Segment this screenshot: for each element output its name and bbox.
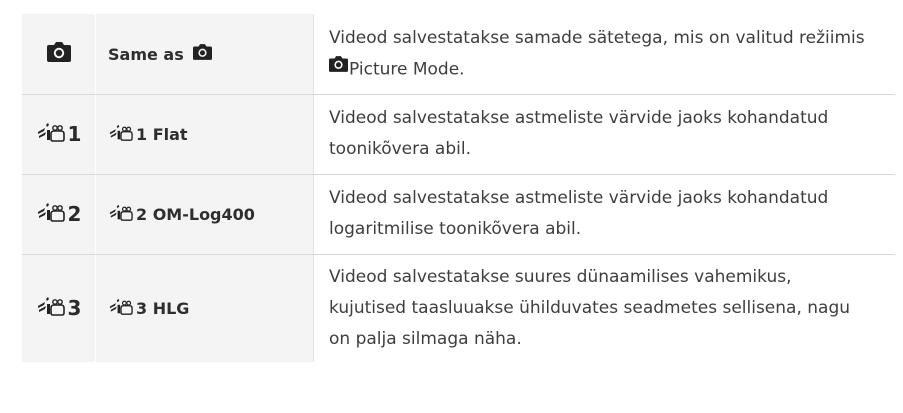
camera-icon bbox=[192, 44, 212, 64]
video-profile-icon bbox=[108, 124, 134, 145]
description-line: Videod salvestatakse suures dünaamilises… bbox=[329, 266, 792, 287]
description-text: Picture Mode. bbox=[349, 59, 465, 79]
mode-name-cell: Same as bbox=[95, 14, 314, 95]
table-row: Same as Videod salvestatakse samade säte… bbox=[22, 14, 895, 95]
mode-code: 2 bbox=[67, 202, 82, 226]
mode-code: 3 bbox=[67, 296, 82, 321]
mode-description-cell: Videod salvestatakse astmeliste värvide … bbox=[313, 94, 895, 175]
video-profile-icon bbox=[36, 202, 66, 226]
mode-name: 1 Flat bbox=[136, 124, 188, 144]
description-line: toonikõvera abil. bbox=[329, 139, 471, 159]
mode-description-cell: Videod salvestatakse astmeliste värvide … bbox=[313, 174, 895, 255]
mode-code-cell: 2 bbox=[22, 174, 96, 255]
mode-code-cell bbox=[22, 14, 96, 95]
video-profile-icon bbox=[108, 298, 134, 319]
description-line: on palja silmaga näha. bbox=[329, 328, 522, 349]
description-line: Videod salvestatakse astmeliste värvide … bbox=[329, 188, 829, 208]
description-line: Picture Mode. bbox=[329, 54, 873, 86]
mode-name: Same as bbox=[108, 44, 184, 64]
mode-description-cell: Videod salvestatakse samade sätetega, mi… bbox=[313, 14, 895, 95]
description-line: kujutised taasluuakse ühilduvates seadme… bbox=[329, 297, 851, 318]
mode-description-cell: Videod salvestatakse suures dünaamilises… bbox=[314, 254, 896, 362]
description-line: Videod salvestatakse astmeliste värvide … bbox=[329, 108, 829, 128]
picture-mode-table: Same as Videod salvestatakse samade säte… bbox=[22, 14, 895, 362]
table-row: 1 1 Flat Videod salvestatakse astmeliste… bbox=[22, 94, 895, 175]
video-profile-icon bbox=[36, 296, 66, 320]
mode-name-cell: 1 Flat bbox=[95, 94, 314, 175]
mode-name: 3 HLG bbox=[136, 298, 190, 318]
mode-name-cell: 2 OM-Log400 bbox=[95, 174, 314, 255]
table-row: 3 3 HLG Videod salvestatakse suures düna… bbox=[22, 254, 895, 362]
camera-icon bbox=[46, 41, 71, 66]
mode-name: 2 OM-Log400 bbox=[136, 204, 255, 224]
table-row: 2 2 OM-Log400 Videod salvestatakse astme… bbox=[22, 174, 895, 255]
mode-name-cell: 3 HLG bbox=[95, 254, 314, 362]
description-line: Videod salvestatakse samade sätetega, mi… bbox=[329, 27, 865, 48]
mode-code-cell: 3 bbox=[22, 254, 96, 362]
video-profile-icon bbox=[36, 122, 66, 146]
mode-code: 1 bbox=[67, 122, 82, 146]
video-profile-icon bbox=[108, 204, 134, 225]
camera-icon bbox=[329, 52, 348, 83]
mode-code-cell: 1 bbox=[22, 94, 96, 175]
description-line: logaritmilise toonikõvera abil. bbox=[329, 219, 582, 239]
